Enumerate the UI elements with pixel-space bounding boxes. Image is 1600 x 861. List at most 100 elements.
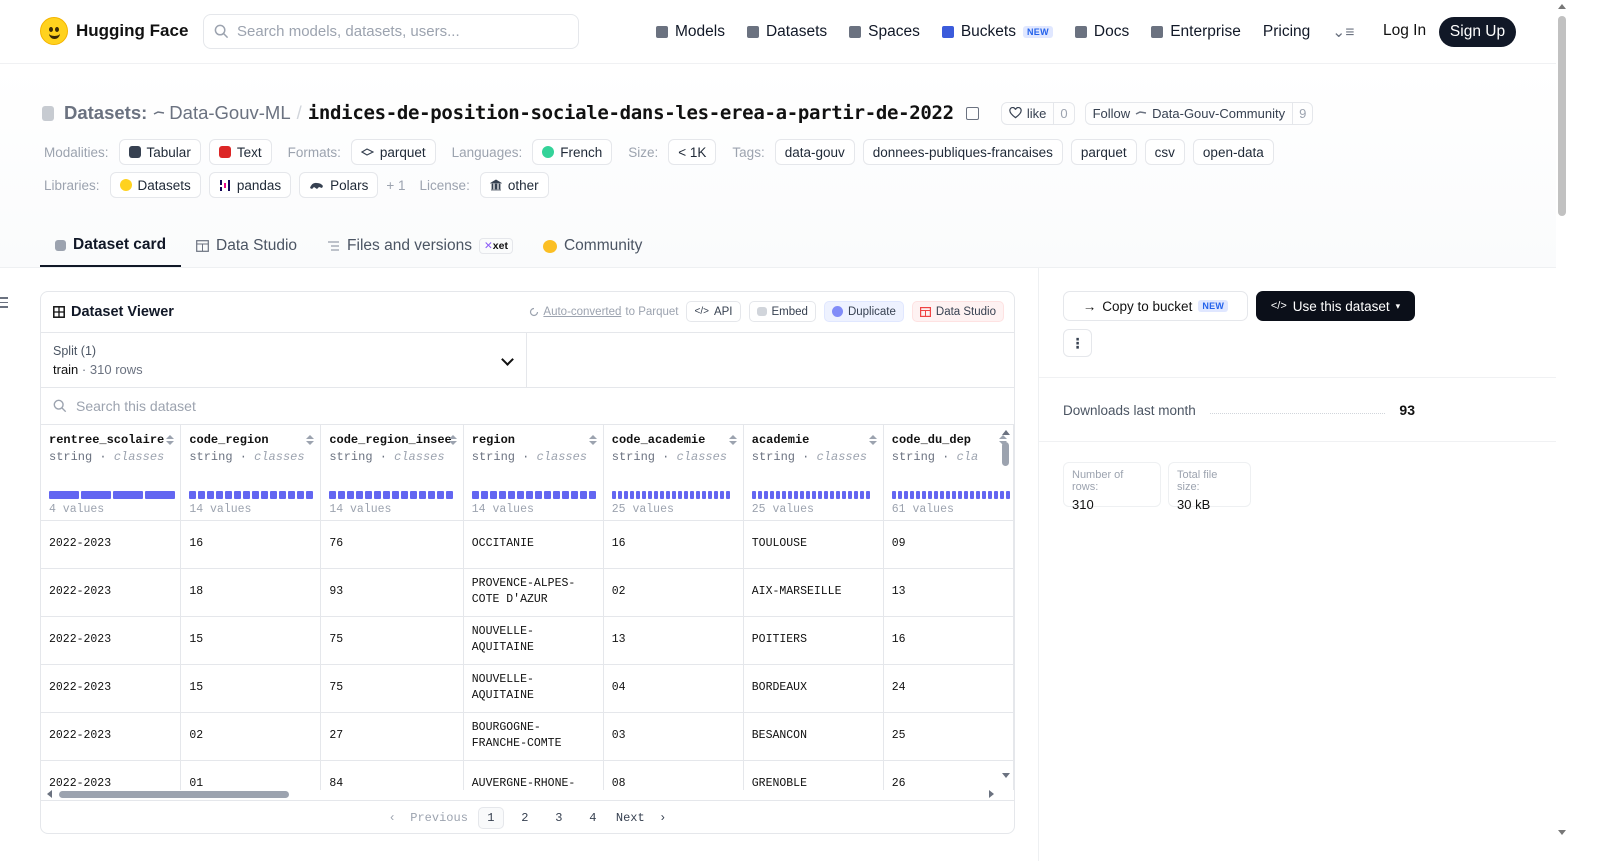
distribution-bar[interactable] <box>207 491 215 499</box>
tab-data-studio[interactable]: Data Studio <box>181 225 312 267</box>
distribution-bar[interactable] <box>365 491 373 499</box>
tag-donnees-publiques-francaises[interactable]: donnees-publiques-francaises <box>862 139 1063 165</box>
table-cell[interactable]: 2022-2023 <box>41 568 182 617</box>
copy-icon[interactable] <box>965 106 979 120</box>
distribution-bar[interactable] <box>216 491 224 499</box>
distribution-bar[interactable] <box>769 491 774 499</box>
distribution-bar[interactable] <box>270 491 278 499</box>
page-button[interactable]: 3 <box>546 807 572 829</box>
size-tag[interactable]: < 1K <box>668 139 717 165</box>
distribution-bar[interactable] <box>981 491 986 499</box>
tag-parquet[interactable]: parquet <box>1070 139 1137 165</box>
distribution-bar[interactable] <box>835 491 840 499</box>
table-cell[interactable]: AIX-MARSEILLE <box>743 568 884 617</box>
distribution-bar[interactable] <box>489 491 497 499</box>
table-cell[interactable]: 2022-2023 <box>41 664 182 713</box>
data-studio-button[interactable]: Data Studio <box>911 301 1004 322</box>
table-row[interactable]: 2022-2023 18 93 PROVENCE-ALPES-COTE D'AZUR 0… <box>41 568 1014 617</box>
table-cell[interactable]: TOULOUSE <box>743 520 884 569</box>
table-cell[interactable]: 2022-2023 <box>41 760 182 790</box>
table-cell[interactable]: 15 <box>180 616 322 665</box>
nav-docs[interactable]: Docs <box>1074 18 1129 46</box>
dataset-search[interactable] <box>41 388 1014 425</box>
column-header[interactable]: code_academie string · classes 25 values <box>603 425 744 521</box>
table-cell[interactable]: 13 <box>883 568 1014 617</box>
distribution-bar[interactable] <box>588 491 596 499</box>
column-header[interactable]: academie string · classes 25 values <box>743 425 884 521</box>
distribution-bar[interactable] <box>665 491 670 499</box>
distribution-bar[interactable] <box>859 491 864 499</box>
distribution-bar[interactable] <box>689 491 694 499</box>
table-cell[interactable]: PROVENCE-ALPES-COTE D'AZUR <box>463 568 604 617</box>
distribution-bar[interactable] <box>383 491 391 499</box>
distribution-bar[interactable] <box>915 491 920 499</box>
distribution-bar[interactable] <box>480 491 488 499</box>
table-cell[interactable]: 2022-2023 <box>41 616 182 665</box>
dataset-name[interactable]: indices-de-position-sociale-dans-les-ere… <box>308 102 954 124</box>
distribution-bar[interactable] <box>781 491 786 499</box>
table-vertical-scroll-thumb[interactable] <box>1002 442 1009 466</box>
modality-tabular-tag[interactable]: Tabular <box>118 139 201 165</box>
distribution-bar[interactable] <box>392 491 400 499</box>
value-distribution[interactable] <box>611 491 730 499</box>
distribution-bar[interactable] <box>261 491 269 499</box>
table-cell[interactable]: BESANCON <box>743 712 884 761</box>
distribution-bar[interactable] <box>909 491 914 499</box>
distribution-bar[interactable] <box>561 491 569 499</box>
sort-icon[interactable] <box>166 435 175 446</box>
table-cell[interactable]: 16 <box>883 616 1014 665</box>
distribution-bar[interactable] <box>252 491 260 499</box>
distribution-bar[interactable] <box>428 491 436 499</box>
distribution-bar[interactable] <box>356 491 364 499</box>
distribution-bar[interactable] <box>817 491 822 499</box>
distribution-bar[interactable] <box>847 491 852 499</box>
more-menu-icon[interactable]: ⌄≡ <box>1332 18 1354 46</box>
distribution-bar[interactable] <box>921 491 926 499</box>
column-header[interactable]: code_du_dep string · cla 61 values <box>883 425 1014 521</box>
sort-icon[interactable] <box>306 435 315 446</box>
distribution-bar[interactable] <box>799 491 804 499</box>
distribution-bar[interactable] <box>677 491 682 499</box>
distribution-bar[interactable] <box>1005 491 1010 499</box>
distribution-bar[interactable] <box>841 491 846 499</box>
distribution-bar[interactable] <box>853 491 858 499</box>
distribution-bar[interactable] <box>234 491 242 499</box>
distribution-bar[interactable] <box>927 491 932 499</box>
page-button[interactable]: 2 <box>512 807 538 829</box>
value-distribution[interactable] <box>891 491 1010 499</box>
distribution-bar[interactable] <box>993 491 998 499</box>
distribution-bar[interactable] <box>329 491 337 499</box>
distribution-bar[interactable] <box>543 491 551 499</box>
horizontal-scroll-thumb[interactable] <box>59 791 289 798</box>
distribution-bar[interactable] <box>865 491 870 499</box>
table-cell[interactable]: OCCITANIE <box>463 520 604 569</box>
sort-icon[interactable] <box>448 435 457 446</box>
language-french-tag[interactable]: French <box>532 139 613 165</box>
distribution-bar[interactable] <box>635 491 640 499</box>
side-menu-icon[interactable] <box>0 297 8 311</box>
table-cell[interactable]: 08 <box>603 760 744 790</box>
tab-dataset-card[interactable]: Dataset card <box>40 225 182 267</box>
nav-pricing[interactable]: Pricing <box>1263 18 1310 46</box>
page-button[interactable]: 1 <box>477 806 504 829</box>
value-distribution[interactable] <box>189 491 314 499</box>
sort-icon[interactable] <box>868 435 877 446</box>
table-cell[interactable]: 13 <box>603 616 744 665</box>
distribution-bar[interactable] <box>969 491 974 499</box>
distribution-bar[interactable] <box>775 491 780 499</box>
follow-button[interactable]: Follow Data-Gouv-Community 9 <box>1084 101 1314 125</box>
format-parquet-tag[interactable]: parquet <box>350 139 436 165</box>
column-header[interactable]: region string · classes 14 values <box>463 425 604 521</box>
table-cell[interactable]: 16 <box>180 520 322 569</box>
previous-page-button[interactable]: ‹ Previous <box>385 807 472 829</box>
table-row[interactable]: 2022-2023 15 75 NOUVELLE-AQUITAINE 13 POITIER… <box>41 616 1014 665</box>
table-cell[interactable]: 02 <box>603 568 744 617</box>
like-button[interactable]: like 0 <box>1000 101 1075 125</box>
distribution-bar[interactable] <box>198 491 206 499</box>
table-container[interactable]: rentree_scolaire string · classes 4 values… <box>41 425 1014 790</box>
api-button[interactable]: </> API <box>686 301 741 322</box>
distribution-bar[interactable] <box>653 491 658 499</box>
table-cell[interactable]: 75 <box>320 616 464 665</box>
org-link[interactable]: Data-Gouv-ML <box>153 102 291 124</box>
global-search[interactable] <box>203 14 579 49</box>
